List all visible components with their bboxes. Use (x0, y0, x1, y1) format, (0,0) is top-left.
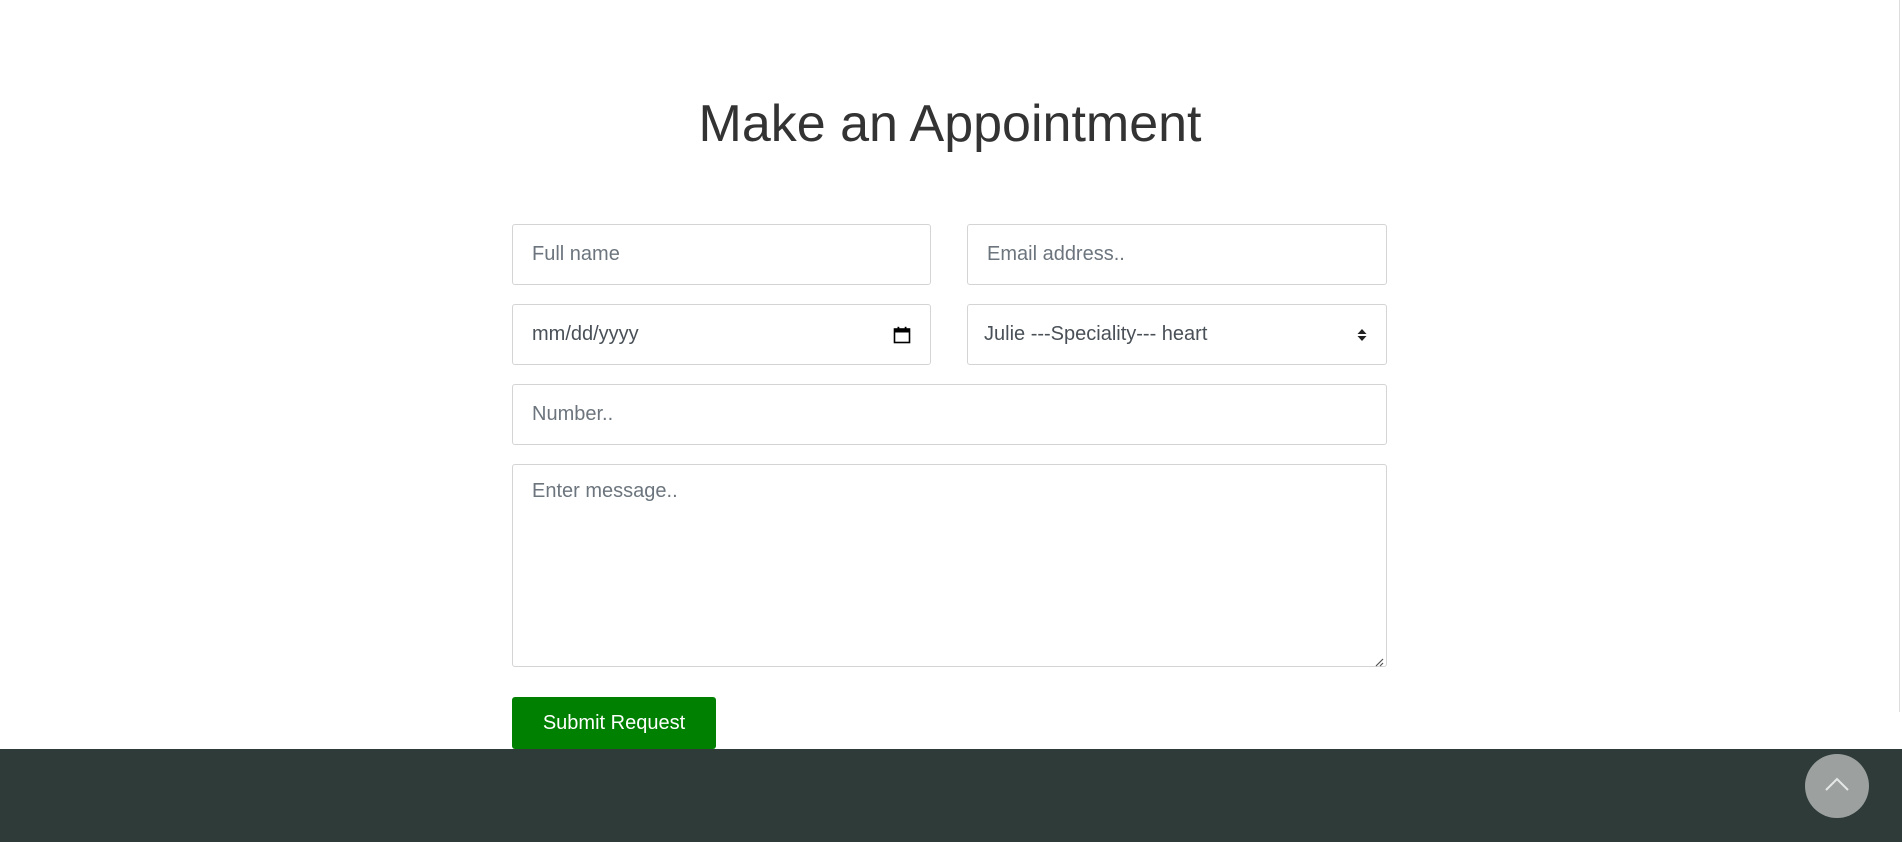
resize-handle-icon[interactable] (1374, 654, 1384, 667)
full-name-input[interactable] (512, 224, 931, 285)
footer (0, 749, 1902, 842)
calendar-icon[interactable] (893, 326, 911, 344)
chevron-up-icon (1824, 776, 1850, 797)
scrollbar-edge (1899, 0, 1900, 712)
doctor-select[interactable]: Julie ---Speciality--- heart (967, 304, 1387, 365)
email-input[interactable] (967, 224, 1387, 285)
submit-request-button[interactable]: Submit Request (512, 697, 716, 749)
page-title: Make an Appointment (698, 95, 1202, 153)
scroll-to-top-button[interactable] (1805, 754, 1869, 818)
number-input[interactable] (512, 384, 1387, 445)
sort-arrows-icon (1356, 326, 1368, 344)
doctor-select-value: Julie ---Speciality--- heart (984, 323, 1208, 345)
message-textarea[interactable] (512, 464, 1387, 667)
date-input[interactable]: mm/dd/yyyy (512, 304, 931, 365)
appointment-page: Make an Appointment mm/dd/yyyy Julie ---… (0, 0, 1902, 842)
date-placeholder: mm/dd/yyyy (532, 323, 639, 345)
